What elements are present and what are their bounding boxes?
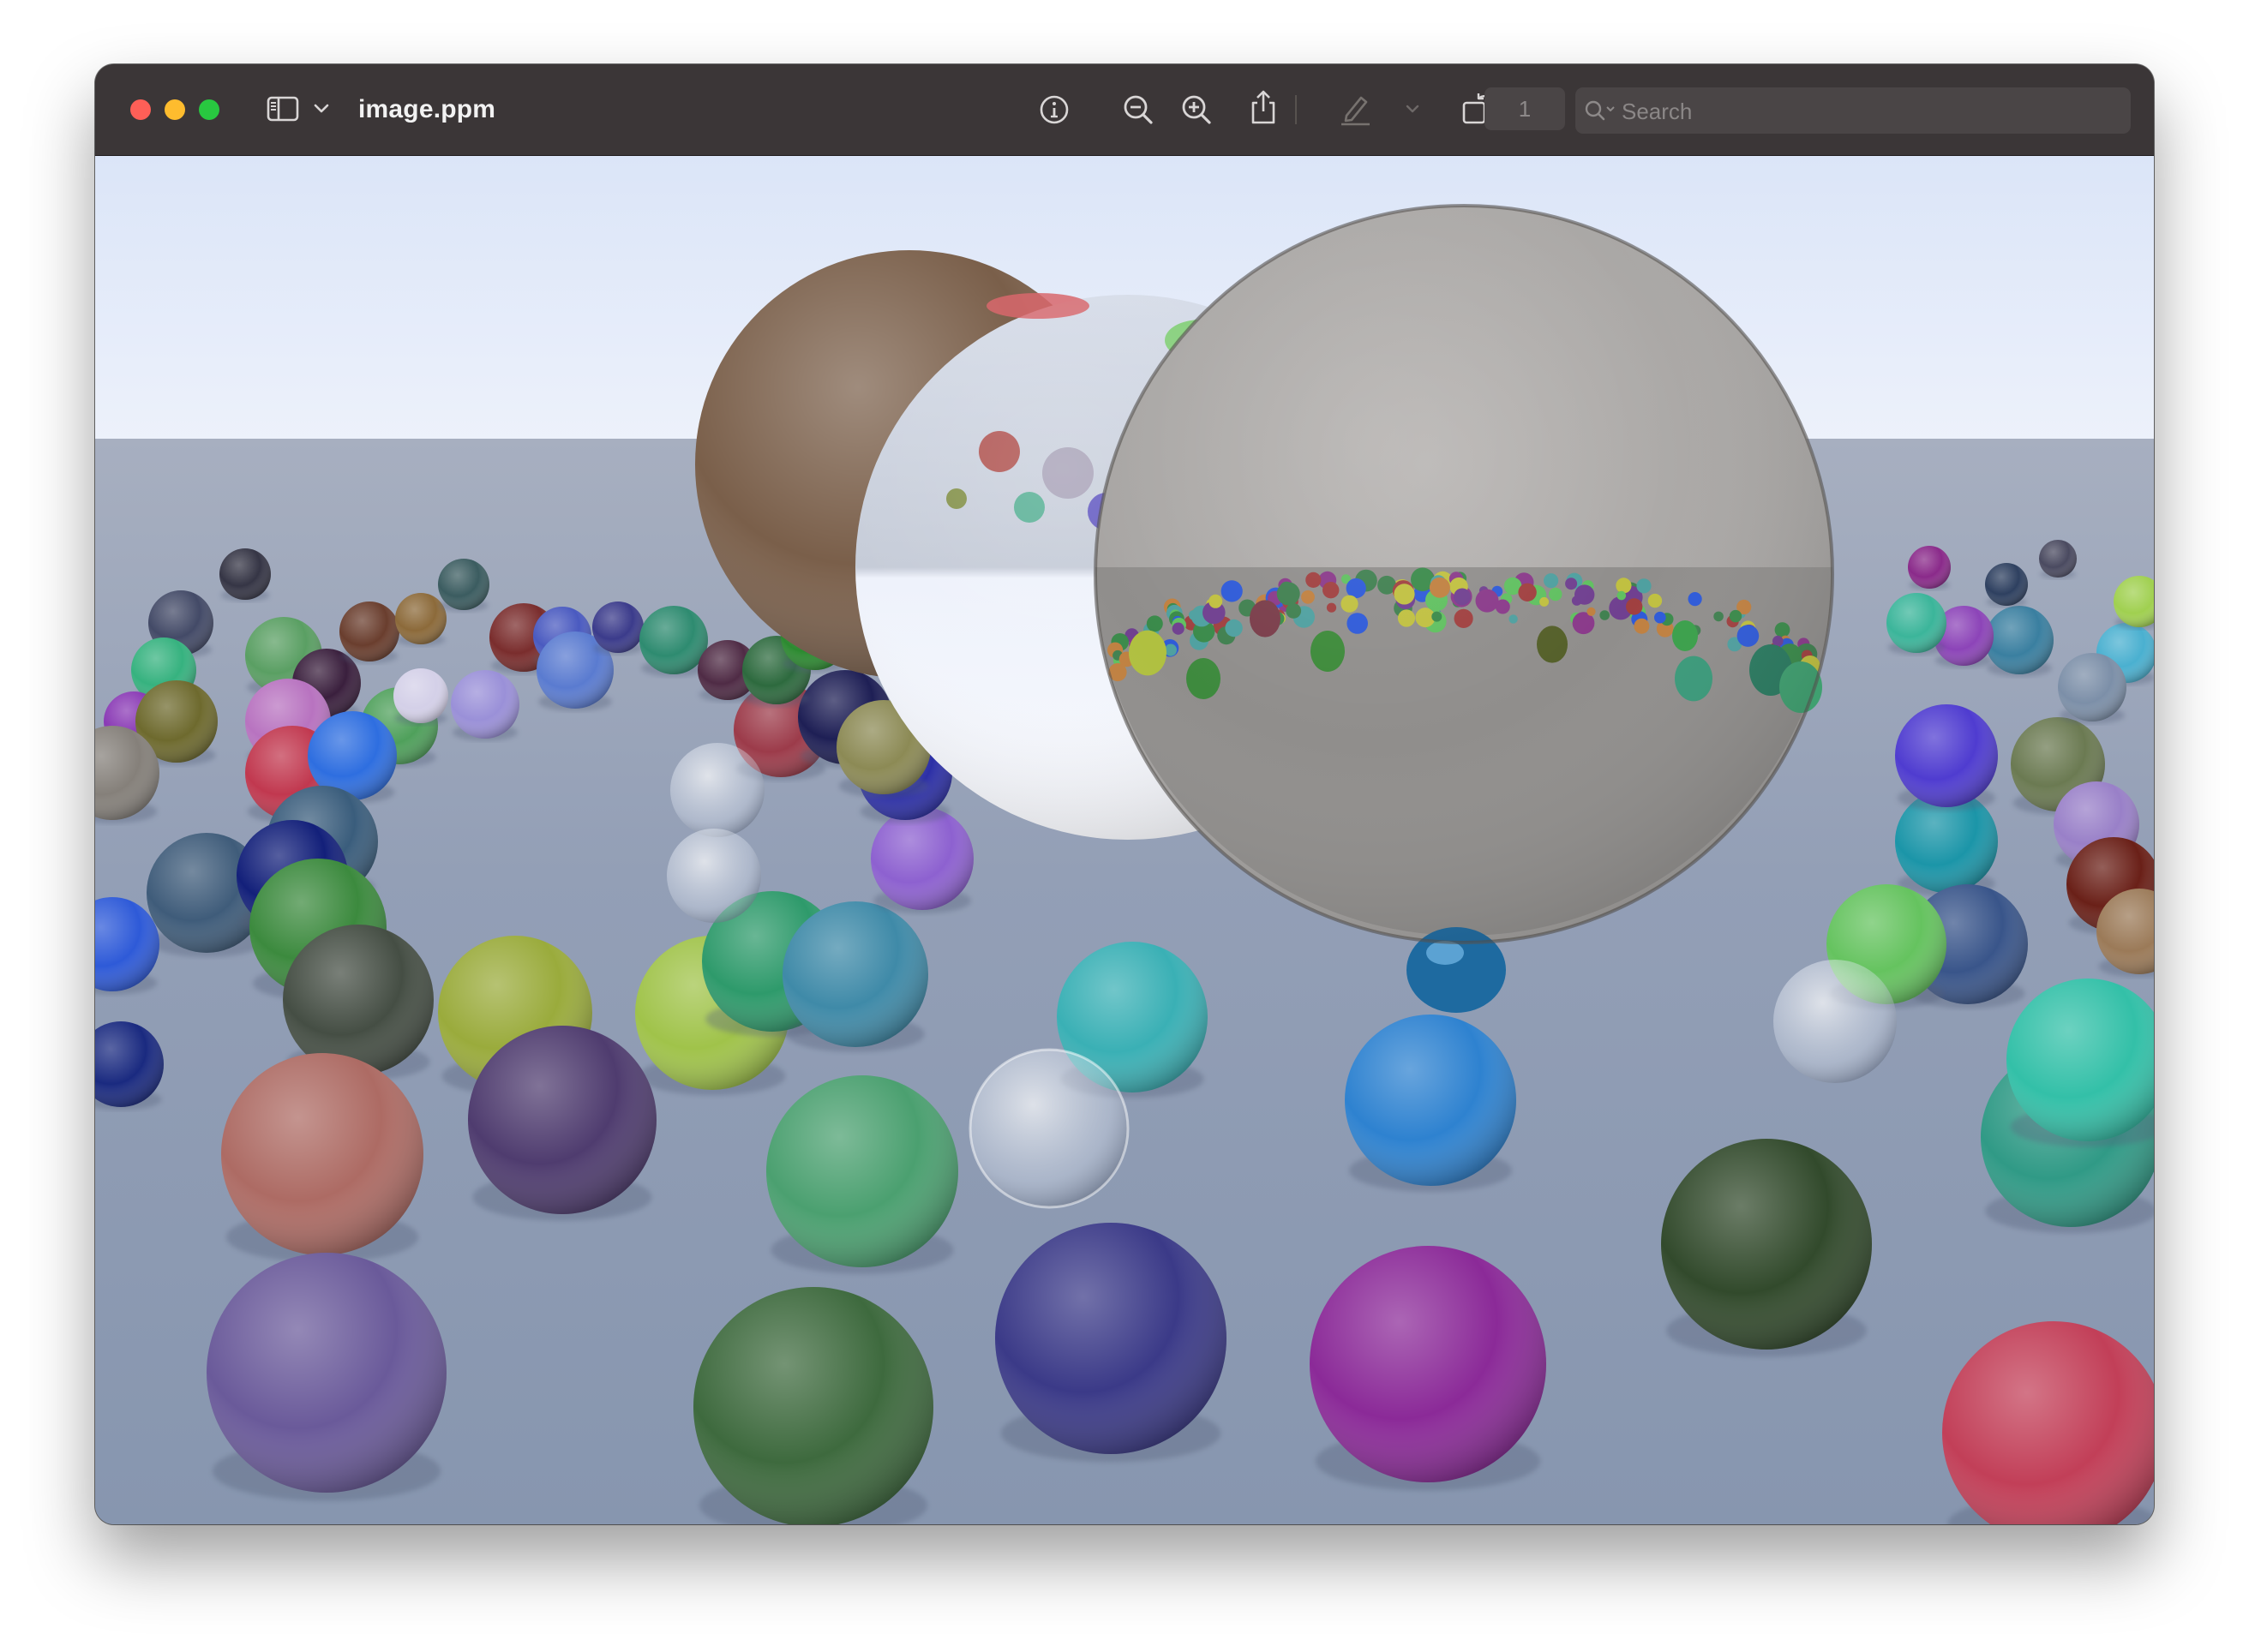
- info-icon[interactable]: [1038, 93, 1071, 126]
- search-field[interactable]: [1575, 87, 2131, 135]
- search-input[interactable]: [1620, 87, 2120, 135]
- chevron-down-icon[interactable]: [313, 100, 330, 117]
- image-canvas: [95, 156, 2154, 1524]
- share-icon[interactable]: [1248, 88, 1279, 126]
- zoom-in-icon[interactable]: [1180, 93, 1213, 126]
- zoom-button[interactable]: [199, 99, 219, 120]
- highlighter-icon[interactable]: [1339, 92, 1371, 126]
- preview-window: image.ppm 1: [95, 64, 2154, 1524]
- close-button[interactable]: [130, 99, 151, 120]
- search-icon: [1584, 99, 1618, 126]
- chevron-down-icon[interactable]: [1405, 103, 1420, 115]
- toolbar-divider: [1295, 95, 1297, 124]
- minimize-button[interactable]: [165, 99, 185, 120]
- window-title: image.ppm: [358, 95, 496, 123]
- sidebar-icon[interactable]: [266, 95, 300, 123]
- page-number-field[interactable]: 1: [1484, 87, 1565, 130]
- zoom-out-icon[interactable]: [1122, 93, 1154, 126]
- titlebar: image.ppm 1: [95, 64, 2154, 156]
